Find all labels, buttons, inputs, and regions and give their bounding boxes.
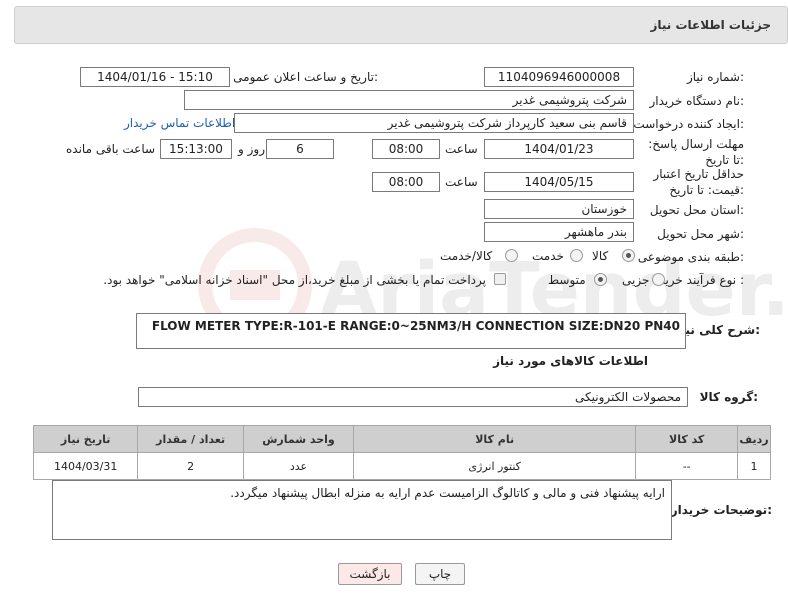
days-label: روز و	[238, 142, 265, 156]
process-medium-radio[interactable]	[594, 273, 607, 286]
description-box[interactable]: FLOW METER TYPE:R-101-E RANGE:0~25NM3/H …	[136, 313, 686, 349]
page-title: جزئیات اطلاعات نیاز	[650, 18, 771, 32]
reply-time-label: ساعت	[445, 142, 478, 156]
col-item-code: کد کالا	[635, 425, 738, 453]
need-number-field: 1104096946000008	[484, 67, 634, 87]
validity-time-label: ساعت	[445, 175, 478, 189]
province-label: استان محل تحویل:	[649, 203, 744, 217]
goods-table: تاریخ نیاز تعداد / مقدار واحد شمارش نام …	[32, 425, 772, 480]
page-header: جزئیات اطلاعات نیاز	[14, 6, 788, 44]
reply-time-field: 08:00	[372, 139, 440, 159]
reply-date-field: 1404/01/23	[484, 139, 634, 159]
col-item-name: نام کالا	[352, 425, 637, 453]
back-button[interactable]: بازگشت	[338, 563, 402, 585]
category-service-label: خدمت	[532, 249, 564, 263]
category-service-radio[interactable]	[570, 249, 583, 262]
need-number-label: شماره نیاز:	[686, 70, 744, 84]
cell-unit: عدد	[243, 452, 354, 480]
category-goods-radio[interactable]	[622, 249, 635, 262]
goods-table-header: تاریخ نیاز تعداد / مقدار واحد شمارش نام …	[32, 425, 772, 453]
buyer-notes-text: ارایه پیشنهاد فنی و مالی و کاتالوگ الزام…	[230, 486, 665, 500]
category-goods-label: کالا	[592, 249, 609, 263]
col-unit: واحد شمارش	[243, 425, 354, 453]
category-label: طبقه بندی موضوعی:	[637, 250, 744, 264]
col-need-date: تاریخ نیاز	[32, 425, 139, 453]
reply-deadline-label: مهلت ارسال پاسخ: تا تاریخ:	[648, 137, 744, 167]
days-remaining-field: 6	[266, 139, 334, 159]
description-text: FLOW METER TYPE:R-101-E RANGE:0~25NM3/H …	[151, 319, 680, 333]
validity-time-field: 08:00	[372, 172, 440, 192]
buyer-notes-box[interactable]: ارایه پیشنهاد فنی و مالی و کاتالوگ الزام…	[52, 480, 672, 540]
buyer-org-field: شرکت پتروشیمی غدیر	[184, 90, 634, 110]
process-label: نوع فرآیند خرید :	[659, 273, 744, 287]
category-both-label: کالا/خدمت	[440, 249, 493, 263]
process-minor-radio[interactable]	[652, 273, 665, 286]
announce-label: تاریخ و ساعت اعلان عمومی:	[233, 70, 378, 84]
contact-info-link[interactable]: اطلاعات تماس خریدار	[124, 116, 235, 130]
treasury-payment-checkbox[interactable]	[494, 273, 506, 285]
remaining-time-field: 15:13:00	[160, 139, 232, 159]
remaining-time-label: ساعت باقی مانده	[66, 142, 156, 156]
table-row: 1404/03/31 2 عدد کنتور انرژی -- 1	[32, 452, 772, 480]
validity-date-field: 1404/05/15	[484, 172, 634, 192]
province-field: خوزستان	[484, 199, 634, 219]
buyer-notes-label: توضیحات خریدار:	[670, 503, 772, 517]
validity-label: حداقل تاریخ اعتبار قیمت: تا تاریخ:	[653, 167, 744, 197]
category-both-radio[interactable]	[505, 249, 518, 262]
col-quantity: تعداد / مقدار	[137, 425, 245, 453]
creator-field: قاسم بنی سعید کارپرداز شرکت پتروشیمی غدی…	[234, 113, 634, 133]
treasury-payment-note: پرداخت تمام یا بخشی از مبلغ خرید،از محل …	[103, 273, 486, 287]
cell-need-date: 1404/03/31	[32, 452, 139, 480]
city-field: بندر ماهشهر	[484, 222, 634, 242]
process-medium-label: متوسط	[548, 273, 586, 287]
buyer-org-label: نام دستگاه خریدار:	[649, 94, 745, 108]
creator-label: ایجاد کننده درخواست:	[633, 117, 744, 131]
cell-item-code: --	[635, 452, 738, 480]
process-minor-label: جزیی	[622, 273, 650, 287]
print-button[interactable]: چاپ	[415, 563, 465, 585]
goods-group-label: گروه کالا:	[699, 390, 758, 404]
cell-quantity: 2	[137, 452, 245, 480]
col-row-number: ردیف	[736, 425, 772, 453]
goods-group-field: محصولات الکترونیکی	[138, 387, 688, 407]
goods-info-title: اطلاعات کالاهای مورد نیاز	[493, 354, 648, 368]
city-label: شهر محل تحویل:	[657, 227, 744, 241]
cell-item-name: کنتور انرژی	[352, 452, 637, 480]
announce-field: 1404/01/16 - 15:10	[80, 67, 230, 87]
cell-row-number: 1	[736, 452, 772, 480]
description-label: شرح کلی نیاز:	[674, 323, 760, 337]
